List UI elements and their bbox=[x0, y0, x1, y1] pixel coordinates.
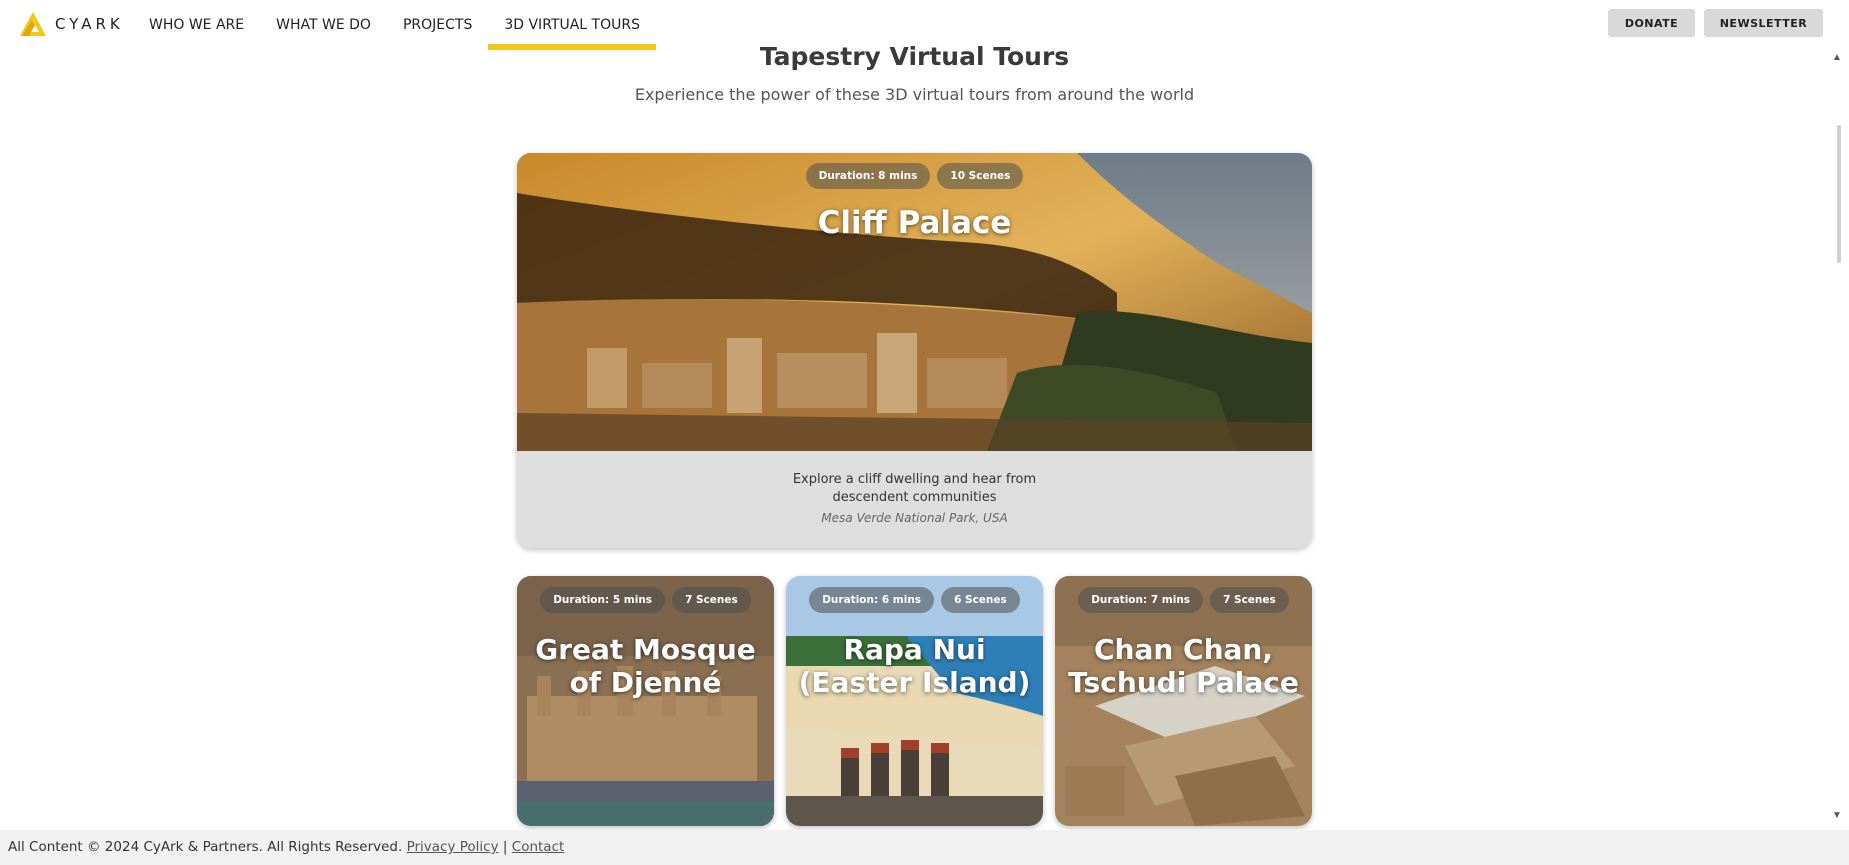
great-mosque-image bbox=[517, 576, 774, 826]
scenes-badge: 7 Scenes bbox=[672, 587, 751, 613]
featured-tour-location: Mesa Verde National Park, USA bbox=[821, 511, 1008, 525]
duration-badge: Duration: 5 mins bbox=[540, 587, 666, 613]
contact-link[interactable]: Contact bbox=[512, 839, 565, 855]
footer-copyright: All Content © 2024 CyArk & Partners. All… bbox=[8, 839, 403, 855]
cyark-logo-icon bbox=[20, 12, 46, 36]
footer-separator: | bbox=[502, 839, 508, 855]
tour-title-line-2: (Easter Island) bbox=[798, 666, 1031, 699]
cyark-logo[interactable]: CYARK bbox=[19, 11, 124, 37]
tour-title-line-2: Tschudi Palace bbox=[1068, 666, 1299, 699]
tour-title: Rapa Nui (Easter Island) bbox=[786, 633, 1043, 699]
tour-title-line-1: Great Mosque bbox=[535, 633, 756, 666]
featured-tour-info: Explore a cliff dwelling and hear from d… bbox=[517, 451, 1312, 548]
tour-title: Chan Chan, Tschudi Palace bbox=[1055, 633, 1312, 699]
scenes-badge: 6 Scenes bbox=[941, 587, 1020, 613]
rapa-nui-image bbox=[786, 576, 1043, 826]
site-footer: All Content © 2024 CyArk & Partners. All… bbox=[0, 830, 1849, 865]
tour-card-great-mosque[interactable]: Duration: 5 mins 7 Scenes Great Mosque o… bbox=[517, 576, 774, 826]
duration-badge: Duration: 8 mins bbox=[805, 163, 931, 189]
duration-badge: Duration: 7 mins bbox=[1078, 587, 1204, 613]
tour-card-rapa-nui[interactable]: Duration: 6 mins 6 Scenes Rapa Nui (East… bbox=[786, 576, 1043, 826]
privacy-policy-link[interactable]: Privacy Policy bbox=[407, 839, 499, 855]
scrollbar-thumb[interactable] bbox=[1837, 125, 1841, 263]
tour-title-line-2: of Djenné bbox=[569, 666, 722, 699]
page-title: Tapestry Virtual Tours bbox=[759, 42, 1070, 71]
featured-tour-card[interactable]: Duration: 8 mins 10 Scenes Cliff Palace … bbox=[517, 153, 1312, 548]
tour-title-line-1: Rapa Nui bbox=[843, 633, 986, 666]
scroll-down-arrow-icon[interactable]: ▼ bbox=[1832, 810, 1842, 821]
logo-text: CYARK bbox=[55, 15, 124, 33]
page-subtitle: Experience the power of these 3D virtual… bbox=[634, 85, 1195, 104]
donate-button[interactable]: DONATE bbox=[1608, 9, 1695, 37]
tour-title: Great Mosque of Djenné bbox=[517, 633, 774, 699]
tour-card-chan-chan[interactable]: Duration: 7 mins 7 Scenes Chan Chan, Tsc… bbox=[1055, 576, 1312, 826]
description-line-2: descendent communities bbox=[832, 490, 997, 505]
scroll-up-arrow-icon[interactable]: ▲ bbox=[1832, 52, 1842, 63]
featured-tour-badges: Duration: 8 mins 10 Scenes bbox=[517, 163, 1312, 189]
scenes-badge: 7 Scenes bbox=[1210, 587, 1289, 613]
description-line-1: Explore a cliff dwelling and hear from bbox=[792, 472, 1037, 487]
featured-tour-description: Explore a cliff dwelling and hear from d… bbox=[517, 471, 1312, 507]
tour-badges: Duration: 6 mins 6 Scenes bbox=[786, 587, 1043, 613]
tour-title-line-1: Chan Chan, bbox=[1093, 633, 1273, 666]
tour-badges: Duration: 5 mins 7 Scenes bbox=[517, 587, 774, 613]
newsletter-button[interactable]: NEWSLETTER bbox=[1704, 9, 1823, 37]
duration-badge: Duration: 6 mins bbox=[809, 587, 935, 613]
cliff-palace-image bbox=[517, 153, 1312, 451]
tour-badges: Duration: 7 mins 7 Scenes bbox=[1055, 587, 1312, 613]
featured-tour-title: Cliff Palace bbox=[817, 205, 1012, 241]
chan-chan-image bbox=[1055, 576, 1312, 826]
scenes-badge: 10 Scenes bbox=[937, 163, 1024, 189]
